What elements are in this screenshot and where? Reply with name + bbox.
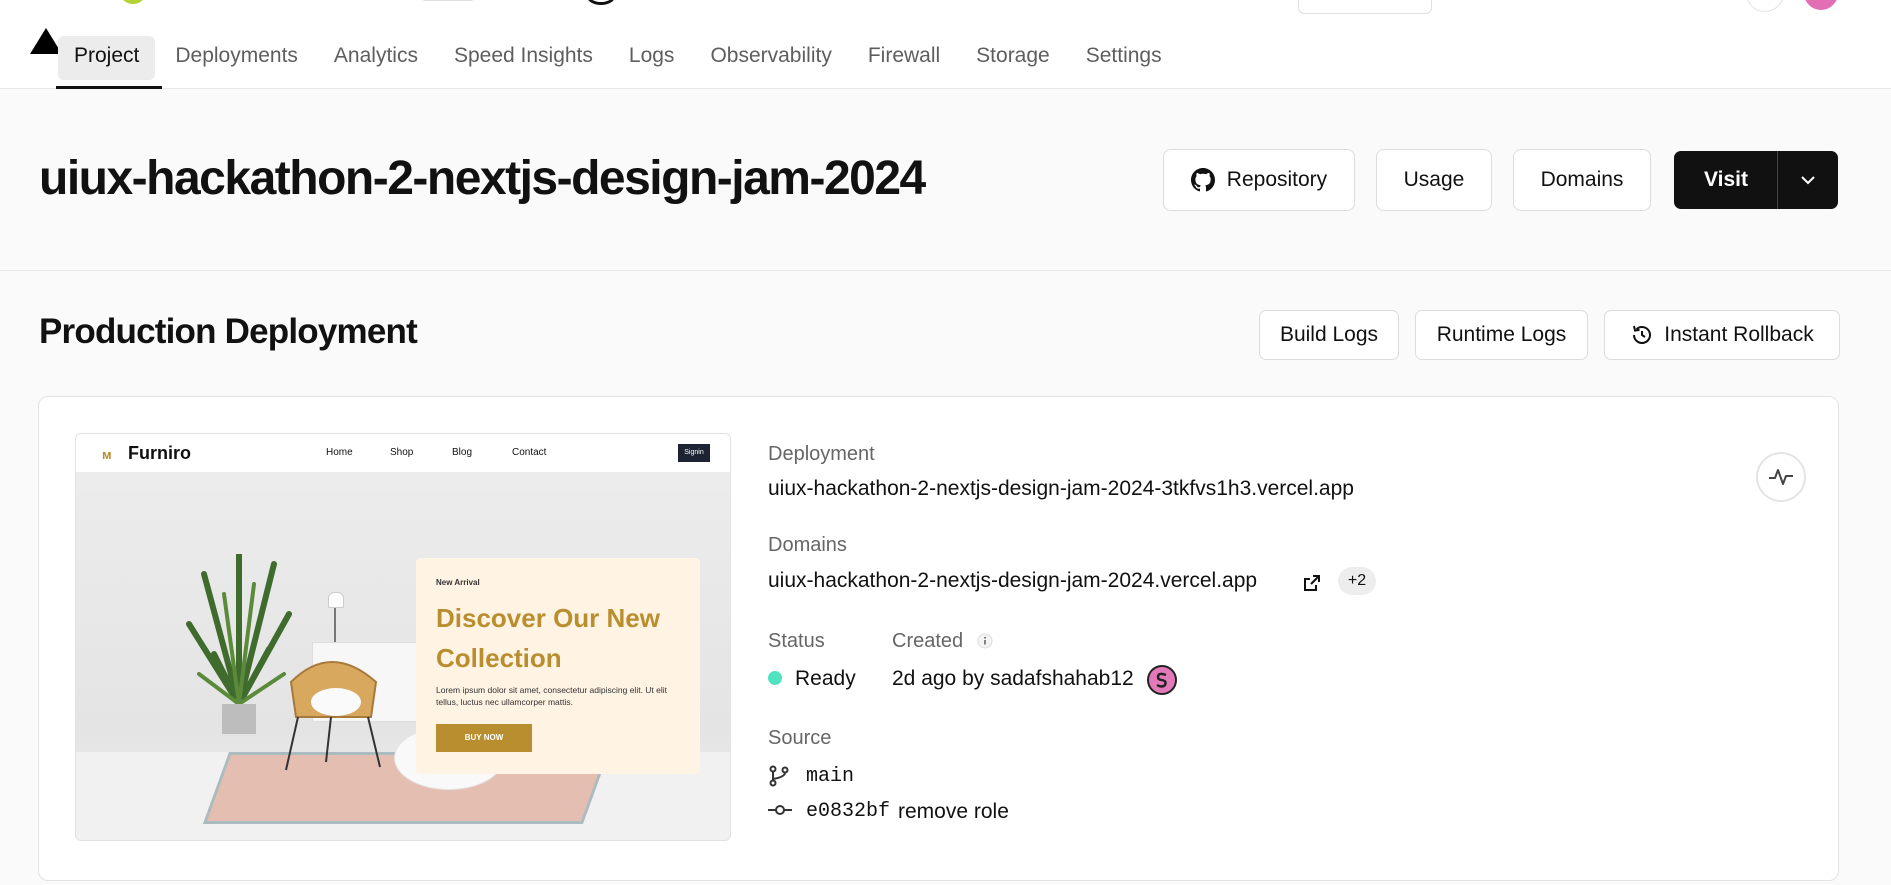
- tab-analytics[interactable]: Analytics: [318, 36, 434, 80]
- feedback-button[interactable]: [1298, 0, 1432, 14]
- status-label: Status: [768, 630, 825, 652]
- status-ready-dot: [768, 671, 782, 685]
- furniro-logo-icon: ᴍ: [102, 447, 112, 462]
- preview-link-blog: Blog: [452, 447, 473, 458]
- preview-link-contact: Contact: [512, 447, 547, 458]
- git-commit-icon: [768, 805, 792, 815]
- preview-headline: Discover Our New Collection: [436, 603, 660, 673]
- plan-badge: [422, 0, 474, 1]
- creator-avatar-icon: [1149, 667, 1175, 693]
- rollback-label: Instant Rollback: [1664, 323, 1814, 346]
- preview-hero-panel: New Arrival Discover Our New Collection …: [416, 558, 700, 774]
- build-logs-label: Build Logs: [1279, 323, 1379, 346]
- tab-project[interactable]: Project: [58, 36, 156, 80]
- tab-speed-insights[interactable]: Speed Insights: [438, 36, 609, 80]
- visit-button[interactable]: Visit: [1674, 151, 1778, 209]
- deployment-label: Deployment: [768, 443, 875, 465]
- user-avatar[interactable]: [1802, 0, 1840, 12]
- status-value: Ready: [795, 667, 856, 690]
- preview-body: Lorem ipsum dolor sit amet, consectetur …: [436, 685, 668, 707]
- domain-url[interactable]: uiux-hackathon-2-nextjs-design-jam-2024.…: [768, 569, 1257, 593]
- domains-field-label: Domains: [768, 534, 847, 556]
- commit-message: remove role: [898, 800, 1009, 823]
- preview-brand: Furniro: [128, 443, 191, 463]
- visit-label: Visit: [1704, 168, 1748, 191]
- preview-cta: BUY NOW: [436, 724, 532, 752]
- usage-button[interactable]: Usage: [1376, 149, 1492, 211]
- instant-rollback-button[interactable]: Instant Rollback: [1604, 310, 1840, 360]
- created-label: Created: [892, 630, 964, 652]
- creator-avatar[interactable]: [1147, 665, 1177, 695]
- activity-button[interactable]: [1756, 452, 1806, 502]
- rollback-icon: [1633, 325, 1652, 344]
- tab-observability[interactable]: Observability: [694, 36, 847, 80]
- preview-link-home: Home: [326, 447, 353, 458]
- preview-chair: [285, 661, 381, 771]
- github-icon: [1190, 168, 1215, 192]
- preview-eyebrow: New Arrival: [436, 578, 480, 587]
- external-link-icon[interactable]: [1303, 574, 1321, 592]
- runtime-logs-button[interactable]: Runtime Logs: [1415, 310, 1588, 360]
- domains-button[interactable]: Domains: [1513, 149, 1651, 211]
- deployment-preview[interactable]: ᴍ Furniro Home Shop Blog Contact Signin …: [75, 433, 731, 841]
- tab-storage[interactable]: Storage: [960, 36, 1066, 80]
- info-icon[interactable]: [977, 633, 993, 649]
- preview-link-shop: Shop: [390, 447, 414, 458]
- page-title: uiux-hackathon-2-nextjs-design-jam-2024: [39, 152, 926, 205]
- build-logs-button[interactable]: Build Logs: [1259, 310, 1399, 360]
- commit-hash[interactable]: e0832bf: [806, 800, 890, 823]
- tab-deployments[interactable]: Deployments: [159, 36, 314, 80]
- preview-navbar: ᴍ Furniro Home Shop Blog Contact Signin: [76, 434, 730, 472]
- git-branch-icon: [769, 765, 789, 787]
- project-avatar-icon[interactable]: [587, 0, 615, 5]
- extra-domains-badge[interactable]: +2: [1338, 567, 1376, 595]
- notifications-button[interactable]: [1746, 0, 1784, 12]
- project-header: uiux-hackathon-2-nextjs-design-jam-2024 …: [0, 89, 1891, 271]
- visit-menu-button[interactable]: [1777, 151, 1838, 209]
- repository-button[interactable]: Repository: [1163, 149, 1355, 211]
- domains-label: Domains: [1540, 168, 1624, 191]
- deployment-card: ᴍ Furniro Home Shop Blog Contact Signin …: [38, 396, 1839, 881]
- tab-firewall[interactable]: Firewall: [852, 36, 956, 80]
- tab-logs[interactable]: Logs: [613, 36, 691, 80]
- preview-signin: Signin: [678, 444, 710, 462]
- activity-icon: [1769, 469, 1793, 485]
- repository-label: Repository: [1226, 168, 1328, 191]
- created-value: 2d ago by sadafshahab12: [892, 667, 1134, 690]
- preview-lampshade: [328, 592, 344, 608]
- project-tabs: Project Deployments Analytics Speed Insi…: [58, 36, 1182, 80]
- tab-settings[interactable]: Settings: [1070, 36, 1178, 80]
- runtime-logs-label: Runtime Logs: [1436, 323, 1567, 346]
- usage-label: Usage: [1403, 168, 1465, 191]
- source-label: Source: [768, 727, 832, 749]
- deployment-url[interactable]: uiux-hackathon-2-nextjs-design-jam-2024-…: [768, 477, 1354, 501]
- section-title: Production Deployment: [39, 312, 418, 351]
- top-navigation: Project Deployments Analytics Speed Insi…: [0, 0, 1891, 89]
- team-avatar-icon[interactable]: [122, 0, 144, 4]
- branch-name[interactable]: main: [806, 765, 854, 788]
- chevron-down-icon: [1801, 176, 1815, 185]
